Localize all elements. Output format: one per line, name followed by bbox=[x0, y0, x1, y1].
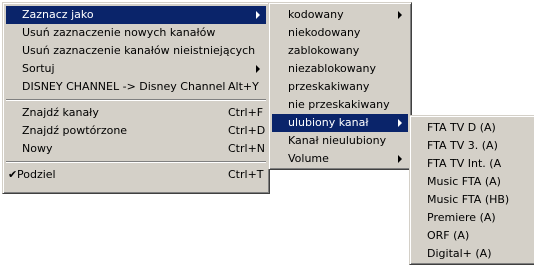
context-menu: Zaznacz jako Usuń zaznaczenie nowych kan… bbox=[2, 2, 270, 194]
submenu-arrow-icon bbox=[398, 11, 402, 19]
menu-item-label: Music FTA (A) bbox=[427, 175, 501, 188]
menu-item-volume[interactable]: Volume bbox=[272, 150, 408, 168]
menu-item-label: Nowy bbox=[22, 142, 53, 155]
favorite-list-item[interactable]: ORF (A) bbox=[413, 227, 533, 245]
menu-item-label: FTA TV Int. (A bbox=[427, 157, 502, 170]
menu-item-label: Kanał nieulubiony bbox=[288, 134, 387, 147]
menu-item-label: Znajdź kanały bbox=[22, 106, 99, 119]
menu-item-shortcut: Ctrl+T bbox=[228, 168, 264, 181]
menu-item-shortcut: Ctrl+F bbox=[228, 106, 264, 119]
favorite-list-item[interactable]: Digital+ (A) bbox=[413, 245, 533, 263]
submenu-arrow-icon bbox=[398, 155, 402, 163]
menu-item-label: DISNEY CHANNEL -> Disney Channel bbox=[22, 80, 226, 93]
menu-item-shortcut: Ctrl+N bbox=[228, 142, 266, 155]
favorite-list-item[interactable]: Music FTA (HB) bbox=[413, 191, 533, 209]
menu-item-label: Premiere (A) bbox=[427, 211, 496, 224]
menu-item-label: kodowany bbox=[288, 8, 344, 21]
menu-item-sort[interactable]: Sortuj bbox=[6, 60, 266, 78]
menu-item-clear-nonexistent-channels[interactable]: Usuń zaznaczenie kanałów nieistniejących bbox=[6, 42, 266, 60]
submenu-arrow-icon bbox=[398, 119, 402, 127]
menu-item-label: FTA TV D (A) bbox=[427, 121, 496, 134]
favorite-channel-submenu: FTA TV D (A) FTA TV 3. (A) FTA TV Int. (… bbox=[409, 115, 534, 265]
menu-item-label: Znajdź powtórzone bbox=[22, 124, 128, 137]
favorite-list-item[interactable]: FTA TV 3. (A) bbox=[413, 137, 533, 155]
menu-item-locked[interactable]: zablokowany bbox=[272, 42, 408, 60]
menu-item-not-skipped[interactable]: nie przeskakiwany bbox=[272, 96, 408, 114]
menu-item-skipped[interactable]: przeskakiwany bbox=[272, 78, 408, 96]
menu-item-label: nie przeskakiwany bbox=[288, 98, 390, 111]
menu-item-mark-as[interactable]: Zaznacz jako bbox=[6, 6, 266, 24]
menu-item-find-duplicates[interactable]: Znajdź powtórzone Ctrl+D bbox=[6, 122, 266, 140]
menu-separator bbox=[6, 161, 266, 163]
menu-item-encoded[interactable]: kodowany bbox=[272, 6, 408, 24]
menu-item-not-encoded[interactable]: niekodowany bbox=[272, 24, 408, 42]
menu-item-shortcut: Ctrl+D bbox=[228, 124, 266, 137]
menu-item-not-favorite[interactable]: Kanał nieulubiony bbox=[272, 132, 408, 150]
menu-item-label: Zaznacz jako bbox=[22, 8, 94, 21]
menu-item-label: niezablokowany bbox=[288, 62, 377, 75]
favorite-list-item[interactable]: FTA TV D (A) bbox=[413, 119, 533, 137]
mark-as-submenu: kodowany niekodowany zablokowany niezabl… bbox=[268, 2, 412, 170]
favorite-list-item[interactable]: Music FTA (A) bbox=[413, 173, 533, 191]
menu-item-label: niekodowany bbox=[288, 26, 361, 39]
menu-item-label: FTA TV 3. (A) bbox=[427, 139, 498, 152]
menu-item-label: ORF (A) bbox=[427, 229, 470, 242]
menu-item-label: zablokowany bbox=[288, 44, 360, 57]
menu-separator bbox=[6, 99, 266, 101]
menu-item-split[interactable]: ✔Podziel Ctrl+T bbox=[6, 166, 266, 184]
favorite-list-item[interactable]: FTA TV Int. (A bbox=[413, 155, 533, 173]
menu-item-label: Music FTA (HB) bbox=[427, 193, 510, 206]
menu-item-favorite-channel[interactable]: ulubiony kanał bbox=[272, 114, 408, 132]
menu-item-label: Digital+ (A) bbox=[427, 247, 492, 260]
submenu-arrow-icon bbox=[256, 65, 260, 73]
menu-item-new[interactable]: Nowy Ctrl+N bbox=[6, 140, 266, 158]
favorite-list-item[interactable]: Premiere (A) bbox=[413, 209, 533, 227]
menu-item-label: przeskakiwany bbox=[288, 80, 370, 93]
menu-item-find-channels[interactable]: Znajdź kanały Ctrl+F bbox=[6, 104, 266, 122]
menu-item-label: Podziel bbox=[17, 168, 56, 181]
menu-item-rename-disney[interactable]: DISNEY CHANNEL -> Disney Channel Alt+Y bbox=[6, 78, 266, 96]
menu-item-label: ulubiony kanał bbox=[288, 116, 369, 129]
menu-item-label: Sortuj bbox=[22, 62, 55, 75]
menu-item-shortcut: Alt+Y bbox=[228, 80, 259, 93]
menu-item-label: Usuń zaznaczenie nowych kanałów bbox=[22, 26, 216, 39]
menu-item-clear-new-channels[interactable]: Usuń zaznaczenie nowych kanałów bbox=[6, 24, 266, 42]
menu-item-unlocked[interactable]: niezablokowany bbox=[272, 60, 408, 78]
menu-item-label: Usuń zaznaczenie kanałów nieistniejących bbox=[22, 44, 256, 57]
submenu-arrow-icon bbox=[256, 11, 260, 19]
menu-item-label: Volume bbox=[288, 152, 329, 165]
